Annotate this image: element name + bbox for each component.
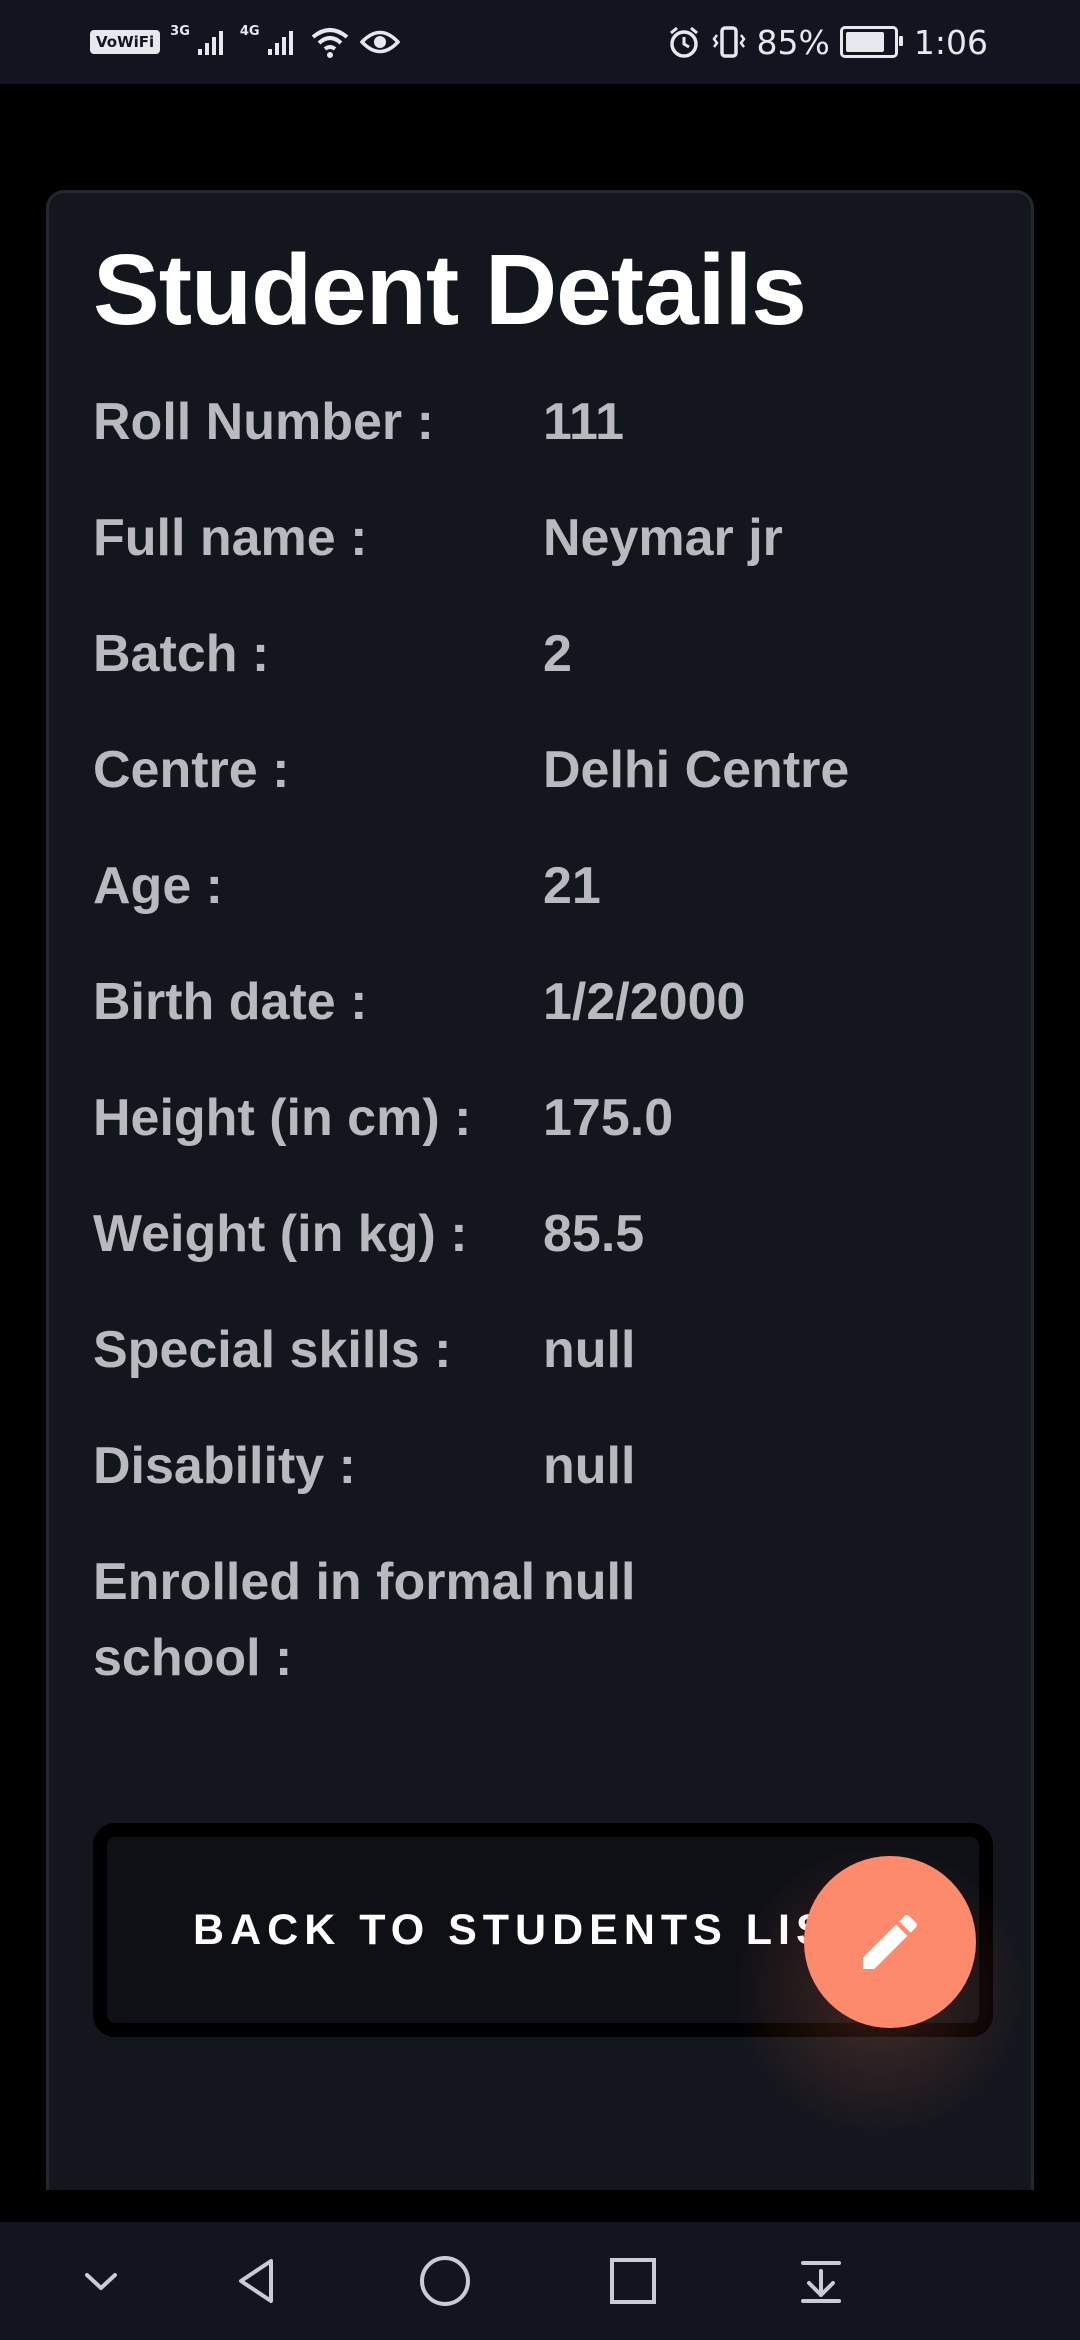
vowifi-badge: VoWiFi — [90, 30, 161, 54]
detail-label: Roll Number : — [93, 393, 434, 451]
detail-label: Centre : — [93, 741, 290, 799]
detail-label: Special skills : — [93, 1321, 452, 1379]
sim1-network-label: 3G — [170, 24, 190, 39]
battery-fill — [845, 32, 885, 52]
nav-recents-button[interactable] — [598, 2246, 668, 2316]
system-nav-bar — [0, 2222, 1080, 2340]
page-title: Student Details — [93, 234, 807, 346]
detail-value: null — [543, 1321, 636, 1379]
clock: 1:06 — [913, 22, 988, 62]
detail-row-height: Height (in cm) : 175.0 — [93, 1089, 993, 1147]
detail-row-batch: Batch : 2 — [93, 625, 993, 683]
detail-label: Birth date : — [93, 973, 368, 1031]
detail-label: Disability : — [93, 1437, 356, 1495]
signal-icon — [197, 31, 223, 55]
detail-row-special-skills: Special skills : null — [93, 1321, 993, 1379]
pencil-icon — [863, 1914, 918, 1969]
detail-row-roll-number: Roll Number : 111 — [93, 393, 993, 451]
detail-value: null — [543, 1437, 636, 1495]
sim2-network-label: 4G — [239, 24, 260, 39]
eye-icon — [359, 30, 400, 54]
back-icon — [239, 2259, 273, 2303]
detail-value: 85.5 — [543, 1205, 645, 1263]
detail-row-formal-school: Enrolled in formal school : null — [93, 1553, 993, 1696]
download-icon — [801, 2261, 841, 2303]
home-icon — [420, 2256, 470, 2306]
detail-label: Full name : — [93, 509, 368, 567]
detail-value: null — [543, 1553, 636, 1611]
status-right: 85% 1:06 — [667, 18, 988, 66]
detail-label: Batch : — [93, 625, 270, 683]
detail-row-full-name: Full name : Neymar jr — [93, 509, 993, 567]
battery-percent: 85% — [756, 22, 830, 62]
battery-icon — [839, 26, 903, 58]
chevron-down-icon — [85, 2273, 117, 2290]
details-list: Roll Number : 111 Full name : Neymar jr … — [93, 393, 993, 1754]
detail-row-age: Age : 21 — [93, 857, 993, 915]
alarm-icon — [669, 26, 698, 58]
status-left: VoWiFi 3G 4G — [90, 18, 400, 66]
nav-back-button[interactable] — [222, 2246, 292, 2316]
detail-row-weight: Weight (in kg) : 85.5 — [93, 1205, 993, 1263]
detail-label: Enrolled in formal school : — [93, 1553, 536, 1687]
detail-value: Delhi Centre — [543, 741, 850, 799]
nav-notifications-button[interactable] — [786, 2246, 856, 2316]
detail-row-disability: Disability : null — [93, 1437, 993, 1495]
nav-collapse-button[interactable] — [66, 2246, 136, 2316]
status-bar: VoWiFi 3G 4G 85% 1:06 — [0, 0, 1080, 84]
edit-fab-button[interactable] — [804, 1856, 976, 2028]
detail-value: Neymar jr — [543, 509, 783, 567]
detail-row-birth-date: Birth date : 1/2/2000 — [93, 973, 993, 1031]
recents-icon — [610, 2258, 656, 2304]
nav-home-button[interactable] — [410, 2246, 480, 2316]
detail-label: Weight (in kg) : — [93, 1205, 468, 1263]
detail-value: 21 — [543, 857, 601, 915]
wifi-icon — [311, 28, 348, 58]
detail-row-centre: Centre : Delhi Centre — [93, 741, 993, 799]
detail-value: 175.0 — [543, 1089, 674, 1147]
detail-label: Height (in cm) : — [93, 1089, 472, 1147]
detail-value: 2 — [543, 625, 572, 683]
vibrate-icon — [711, 26, 746, 58]
detail-value: 1/2/2000 — [543, 973, 746, 1031]
detail-value: 111 — [543, 393, 625, 451]
detail-label: Age : — [93, 857, 223, 915]
signal-icon — [267, 31, 293, 55]
